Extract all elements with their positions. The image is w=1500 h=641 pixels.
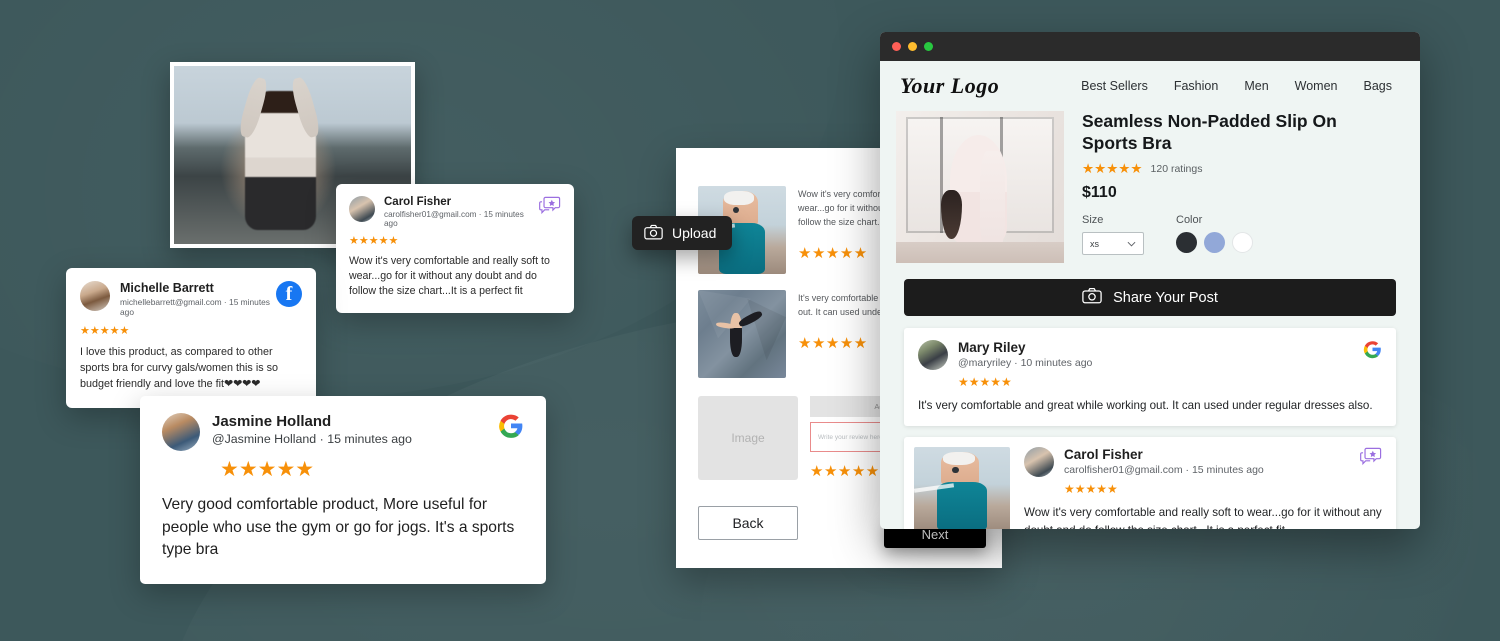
google-icon (498, 413, 524, 444)
review-header: Carol Fisher carolfisher01@gmail.com · 1… (1024, 447, 1382, 477)
product-title: Seamless Non-Padded Slip On Sports Bra (1082, 111, 1337, 153)
avatar (80, 281, 110, 311)
image-placeholder[interactable]: Image (698, 396, 798, 480)
chevron-down-icon (1127, 239, 1136, 249)
share-label: Share Your Post (1113, 289, 1218, 306)
maximize-green-icon[interactable] (924, 42, 933, 51)
chat-star-icon (539, 196, 561, 215)
review-header: Michelle Barrett michellebarrett@gmail.c… (80, 281, 302, 317)
review-text: I love this product, as compared to othe… (80, 346, 279, 391)
rating-stars: ★★★★★ (349, 235, 399, 247)
review-card-jasmine[interactable]: Jasmine Holland @Jasmine Holland · 15 mi… (140, 396, 546, 584)
chat-star-icon (1360, 447, 1382, 466)
review-header: Jasmine Holland @Jasmine Holland · 15 mi… (162, 413, 524, 451)
rating-stars: ★★★★★ (80, 325, 130, 337)
reviewer-meta: carolfisher01@gmail.com · 15 minutes ago (1064, 464, 1264, 476)
avatar (349, 196, 375, 222)
nav-links: Best Sellers Fashion Men Women Bags (1081, 79, 1392, 93)
product-image[interactable] (896, 111, 1064, 263)
size-label: Size (1082, 214, 1104, 227)
color-swatch-blue[interactable] (1204, 232, 1225, 254)
rating-stars: ★★★★★ (1064, 482, 1118, 496)
reviewer-name: Carol Fisher (384, 196, 452, 208)
screenshot-root: Carol Fisher carolfisher01@gmail.com · 1… (0, 0, 1500, 641)
reviewer-meta: @maryriley · 10 minutes ago (958, 357, 1093, 369)
review-thumbnail (698, 290, 786, 378)
nav-item-men[interactable]: Men (1244, 79, 1268, 93)
review-thumbnail[interactable] (914, 447, 1010, 529)
color-label: Color (1176, 214, 1203, 227)
facebook-icon: f (276, 281, 302, 307)
color-option: Color (1176, 214, 1253, 255)
color-swatch-black[interactable] (1176, 232, 1197, 254)
color-swatch-white[interactable] (1232, 232, 1253, 254)
color-swatches (1176, 232, 1253, 254)
size-value: xs (1090, 238, 1099, 249)
back-button[interactable]: Back (698, 506, 798, 540)
close-red-icon[interactable] (892, 42, 901, 51)
review-card-mary[interactable]: Mary Riley @maryriley · 10 minutes ago ★… (904, 328, 1396, 426)
avatar (918, 340, 948, 370)
review-text: Wow it's very comfortable and really sof… (1024, 506, 1382, 529)
reviewer-meta: @Jasmine Holland · 15 minutes ago (212, 432, 412, 446)
camera-icon (1082, 287, 1102, 308)
nav-item-best-sellers[interactable]: Best Sellers (1081, 79, 1148, 93)
camera-icon (644, 224, 663, 243)
google-icon (1363, 340, 1382, 364)
site-logo[interactable]: Your Logo (900, 73, 999, 99)
rating-stars: ★★★★★ (220, 458, 315, 481)
reviewer-meta: michellebarrett@gmail.com · 15 minutes a… (120, 297, 270, 317)
review-text: It's very comfortable and great while wo… (918, 399, 1373, 412)
reviewer-name: Mary Riley (958, 340, 1026, 355)
product-price: $110 (1082, 184, 1117, 202)
ratings-count[interactable]: 120 ratings (1151, 163, 1203, 175)
size-option: Size xs (1082, 214, 1144, 256)
review-header: Mary Riley @maryriley · 10 minutes ago (918, 340, 1382, 370)
product-rating: ★★★★★ 120 ratings (1082, 162, 1396, 176)
upload-button[interactable]: Upload (632, 216, 733, 250)
product-options: Size xs Color (1082, 214, 1396, 256)
nav-item-women[interactable]: Women (1295, 79, 1338, 93)
avatar (1024, 447, 1054, 477)
share-your-post-button[interactable]: Share Your Post (904, 279, 1396, 316)
reviewer-name: Jasmine Holland (212, 413, 332, 430)
nav-item-bags[interactable]: Bags (1364, 79, 1393, 93)
upload-label: Upload (672, 225, 717, 241)
nav-item-fashion[interactable]: Fashion (1174, 79, 1218, 93)
reviewer-name: Michelle Barrett (120, 281, 214, 295)
reviewer-meta: carolfisher01@gmail.com · 15 minutes ago (384, 210, 524, 228)
reviewer-name: Carol Fisher (1064, 447, 1143, 462)
avatar (162, 413, 200, 451)
rating-stars: ★★★★★ (958, 375, 1012, 389)
size-select[interactable]: xs (1082, 232, 1144, 256)
browser-titlebar[interactable] (880, 32, 1420, 61)
review-text: Wow it's very comfortable and really sof… (349, 255, 550, 298)
rating-stars: ★★★★★ (1082, 160, 1143, 176)
review-header: Carol Fisher carolfisher01@gmail.com · 1… (349, 196, 561, 228)
review-card-michelle[interactable]: Michelle Barrett michellebarrett@gmail.c… (66, 268, 316, 408)
site-navbar: Your Logo Best Sellers Fashion Men Women… (880, 61, 1420, 111)
review-card-carol-floating[interactable]: Carol Fisher carolfisher01@gmail.com · 1… (336, 184, 574, 314)
review-text: Very good comfortable product, More usef… (162, 496, 515, 559)
product-detail: Seamless Non-Padded Slip On Sports Bra ★… (880, 111, 1420, 263)
review-card-carol-browser[interactable]: Carol Fisher carolfisher01@gmail.com · 1… (904, 437, 1396, 529)
browser-window: Your Logo Best Sellers Fashion Men Women… (880, 32, 1420, 529)
minimize-yellow-icon[interactable] (908, 42, 917, 51)
